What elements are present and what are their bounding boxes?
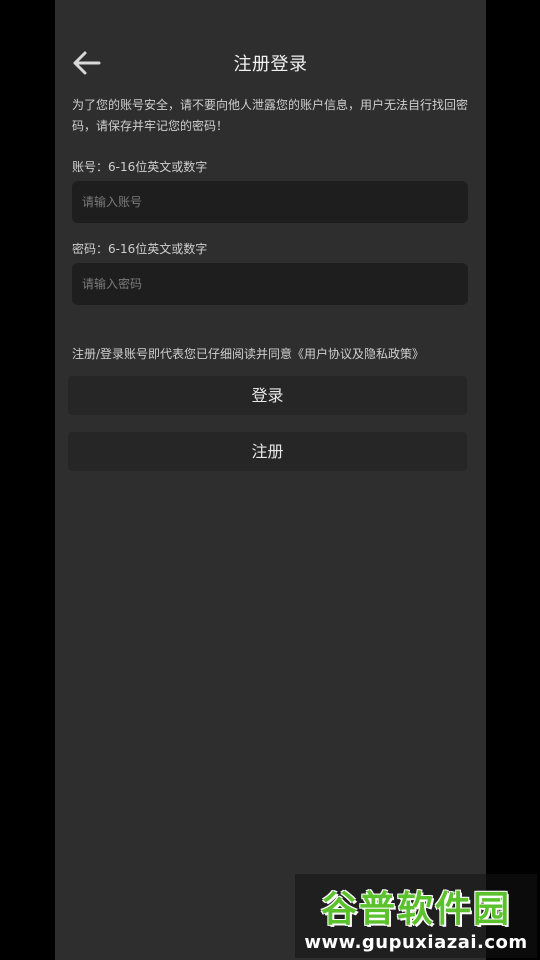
account-label: 账号：6-16位英文或数字 — [72, 160, 208, 174]
agreement-text[interactable]: 注册/登录账号即代表您已仔细阅读并同意《用户协议及隐私政策》 — [72, 345, 472, 362]
login-button[interactable]: 登录 — [68, 376, 467, 415]
header: 注册登录 — [55, 40, 486, 84]
account-input-box — [72, 181, 468, 223]
password-label: 密码：6-16位英文或数字 — [72, 242, 208, 256]
watermark-title: 谷普软件园 — [320, 889, 511, 930]
password-input[interactable] — [72, 263, 468, 305]
security-notice: 为了您的账号安全，请不要向他人泄露您的账户信息，用户无法自行找回密码，请保存并牢… — [72, 98, 469, 133]
watermark-url: www.gupuxiazai.com — [304, 932, 528, 953]
page-title: 注册登录 — [233, 54, 308, 75]
watermark: 谷普软件园 www.gupuxiazai.com — [295, 874, 537, 958]
account-input[interactable] — [72, 181, 468, 223]
register-button[interactable]: 注册 — [68, 432, 467, 471]
app-screen: 注册登录 为了您的账号安全，请不要向他人泄露您的账户信息，用户无法自行找回密码，… — [55, 0, 486, 960]
password-input-box — [72, 263, 468, 305]
